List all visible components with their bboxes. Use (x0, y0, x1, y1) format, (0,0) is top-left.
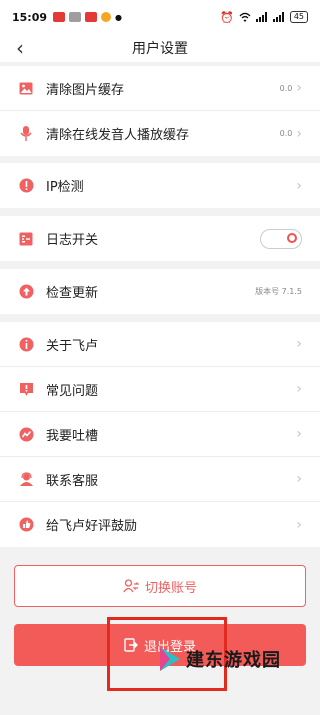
row-label: 清除图片缓存 (46, 82, 125, 98)
chevron-right-icon: › (296, 471, 302, 487)
log-switch-row: 日志开关 (0, 216, 320, 261)
chevron-right-icon: › (296, 381, 302, 397)
check-update-row[interactable]: 检查更新 版本号 7.1.5 (0, 269, 320, 314)
status-time: 15:09 (12, 10, 48, 24)
ip-check-row[interactable]: IP检测 › (0, 163, 320, 208)
chevron-right-icon: › (296, 336, 302, 352)
feedback-icon (18, 426, 34, 442)
upload-icon (18, 284, 34, 300)
nav-bar: ‹ 用户设置 (0, 34, 320, 62)
row-label: 常见问题 (46, 383, 99, 399)
chevron-right-icon: › (296, 426, 302, 442)
dot-icon: ● (115, 12, 122, 22)
app-notification-icon (53, 12, 66, 22)
feedback-row[interactable]: 我要吐槽 › (0, 412, 320, 457)
logout-icon (124, 638, 138, 652)
question-bubble-icon (18, 381, 34, 397)
cache-size: 0.0 (279, 83, 293, 93)
log-switch-group: 日志开关 (0, 216, 320, 261)
signal-icon (255, 12, 267, 22)
chevron-right-icon: › (296, 125, 302, 142)
log-toggle[interactable] (260, 228, 302, 249)
chevron-right-icon: › (296, 80, 302, 96)
alarm-icon: ⏰ (220, 10, 234, 24)
rate-app-row[interactable]: 给飞卢好评鼓励 › (0, 502, 320, 547)
status-bar: 15:09 ● ⏰ 45 (0, 0, 320, 34)
notification-icons: ● (53, 12, 122, 22)
app-notification-icon (69, 12, 82, 22)
faq-row[interactable]: 常见问题 › (0, 367, 320, 412)
row-label: 日志开关 (46, 233, 99, 248)
watermark-text: 建东游戏园 (186, 650, 281, 671)
like-icon (18, 517, 34, 533)
row-label: 检查更新 (46, 286, 99, 301)
chevron-right-icon: › (296, 177, 302, 194)
signal-icon (272, 12, 284, 22)
image-icon (18, 80, 34, 96)
chevron-right-icon: › (296, 516, 302, 533)
version-number: 版本号 7.1.5 (255, 287, 302, 296)
clear-voice-cache-row[interactable]: 清除在线发音人播放缓存 0.0 › (0, 111, 320, 156)
microphone-icon (18, 126, 34, 142)
cache-size: 0.0 (279, 129, 293, 138)
alert-circle-icon (18, 178, 34, 194)
switch-account-button[interactable]: 切换账号 (14, 565, 306, 607)
log-list-icon (18, 231, 34, 247)
row-label: 关于飞卢 (46, 338, 99, 354)
clear-image-cache-row[interactable]: 清除图片缓存 0.0 › (0, 66, 320, 111)
update-group: 检查更新 版本号 7.1.5 (0, 269, 320, 314)
customer-service-row[interactable]: 联系客服 › (0, 457, 320, 502)
switch-user-icon (123, 579, 139, 593)
row-label: IP检测 (46, 180, 84, 195)
back-arrow-icon[interactable]: ‹ (16, 37, 24, 59)
row-label: 我要吐槽 (46, 428, 99, 444)
row-label: 清除在线发音人播放缓存 (46, 128, 190, 143)
info-group: 关于飞卢 › 常见问题 › 我要吐槽 › 联系客服 › 给飞卢好评鼓励 › (0, 322, 320, 547)
app-notification-icon (85, 12, 98, 22)
page-title: 用户设置 (132, 41, 188, 57)
system-icons: ⏰ 45 (220, 11, 308, 24)
switch-account-label: 切换账号 (144, 580, 197, 596)
ip-check-group: IP检测 › (0, 163, 320, 208)
watermark-logo-icon (160, 647, 180, 671)
row-label: 给飞卢好评鼓励 (46, 519, 138, 534)
about-row[interactable]: 关于飞卢 › (0, 322, 320, 367)
battery-icon: 45 (289, 11, 308, 23)
customer-service-icon (18, 471, 34, 487)
toggle-knob (287, 232, 297, 243)
app-notification-icon (101, 12, 112, 22)
info-icon (18, 336, 34, 352)
watermark: 建东游戏园 (158, 646, 281, 672)
row-label: 联系客服 (46, 473, 99, 489)
cache-group: 清除图片缓存 0.0 › 清除在线发音人播放缓存 0.0 › (0, 66, 320, 156)
wifi-icon (239, 12, 251, 22)
